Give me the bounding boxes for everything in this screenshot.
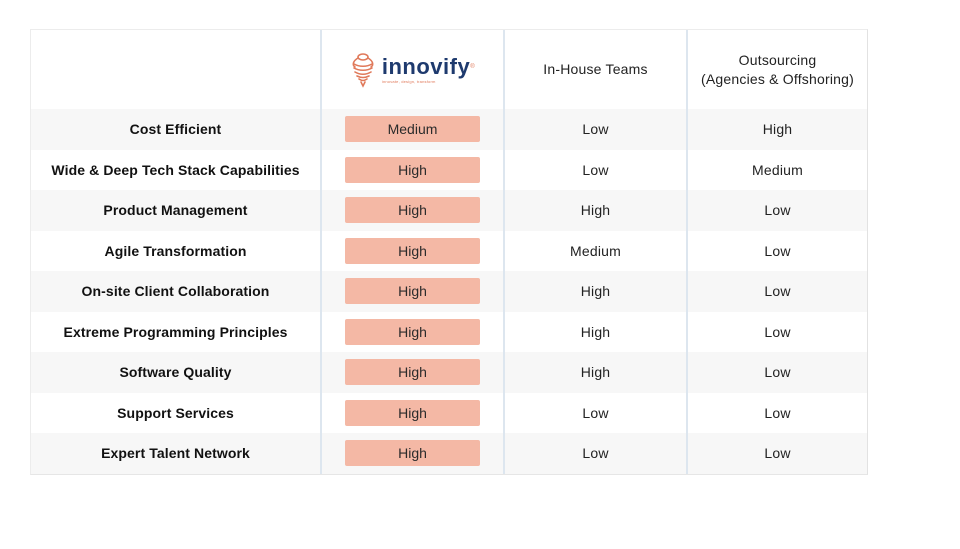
inhouse-rating: Medium [503,230,686,271]
table-row: Wide & Deep Tech Stack Capabilities High… [31,149,867,190]
outsourcing-rating: Low [686,352,867,393]
innovify-cell: High [320,311,503,352]
outsourcing-rating: Low [686,271,867,312]
innovify-rating-badge: High [345,278,480,305]
table-row: Expert Talent Network High Low Low [31,433,867,474]
outsourcing-rating: Low [686,392,867,433]
inhouse-rating: High [503,271,686,312]
innovify-cell: High [320,433,503,474]
criterion-label: Cost Efficient [129,121,222,138]
header-innovify-cell: innovify® innovate, design, transform [320,30,503,109]
innovify-cell: High [320,271,503,312]
table-row: Software Quality High High Low [31,352,867,393]
header-criteria-cell [31,30,320,109]
inhouse-rating: Low [503,433,686,474]
innovify-cell: High [320,190,503,231]
inhouse-rating: High [503,190,686,231]
table-row: On-site Client Collaboration High High L… [31,271,867,312]
outsourcing-rating: Low [686,230,867,271]
innovify-rating-badge: High [345,318,480,345]
table-row: Support Services High Low Low [31,392,867,433]
innovify-rating-badge: Medium [345,116,480,143]
table-row: Product Management High High Low [31,190,867,231]
criterion-label: Software Quality [119,364,232,381]
innovify-rating-badge: High [345,359,480,386]
spinning-top-logo-icon [352,52,374,88]
innovify-rating-badge: High [345,399,480,426]
criterion-label: Agile Transformation [104,242,247,259]
innovify-cell: High [320,392,503,433]
table-header-row: innovify® innovate, design, transform In… [31,30,867,109]
criterion-label: Support Services [117,404,234,421]
innovify-logo: innovify® innovate, design, transform [350,52,475,88]
inhouse-rating: Low [503,109,686,150]
innovify-cell: High [320,149,503,190]
outsourcing-rating: Low [686,433,867,474]
inhouse-rating: Low [503,392,686,433]
innovify-cell: High [320,230,503,271]
criterion-label: Expert Talent Network [101,445,250,462]
innovify-rating-badge: High [345,237,480,264]
header-outsourcing-subtitle: (Agencies & Offshoring) [701,70,854,87]
innovify-rating-badge: High [345,440,480,467]
outsourcing-rating: Low [686,190,867,231]
header-inhouse-cell: In-House Teams [503,30,686,109]
inhouse-rating: Low [503,149,686,190]
innovify-cell: Medium [320,109,503,150]
inhouse-rating: High [503,352,686,393]
table-row: Agile Transformation High Medium Low [31,230,867,271]
inhouse-rating: High [503,311,686,352]
criterion-label: On-site Client Collaboration [81,283,270,300]
outsourcing-rating: Medium [686,149,867,190]
innovify-rating-badge: High [345,156,480,183]
comparison-table: innovify® innovate, design, transform In… [30,29,868,475]
criterion-label: Extreme Programming Principles [63,323,288,340]
outsourcing-rating: Low [686,311,867,352]
innovify-rating-badge: High [345,197,480,224]
header-outsourcing-title: Outsourcing [738,51,817,68]
brand-tagline: innovate, design, transform [381,78,436,84]
table-row: Extreme Programming Principles High High… [31,311,867,352]
header-outsourcing-cell: Outsourcing (Agencies & Offshoring) [686,30,867,109]
criterion-label: Wide & Deep Tech Stack Capabilities [51,161,300,178]
brand-name: innovify® [381,53,476,79]
criterion-label: Product Management [103,202,248,219]
innovify-cell: High [320,352,503,393]
table-row: Cost Efficient Medium Low High [31,109,867,150]
outsourcing-rating: High [686,109,867,150]
